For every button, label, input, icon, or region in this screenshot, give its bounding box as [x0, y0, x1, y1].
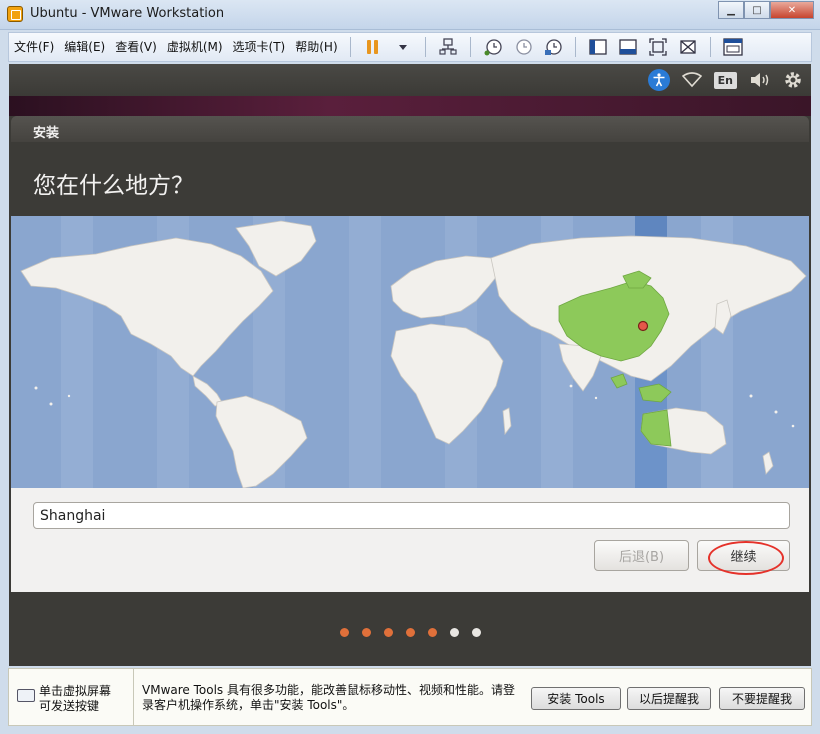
remind-later-button[interactable]: 以后提醒我 — [627, 687, 711, 710]
tools-hint: 单击虚拟屏幕 可发送按键 — [39, 684, 112, 713]
fullscreen-icon — [648, 38, 667, 56]
keyboard-layout-indicator[interactable]: En — [713, 71, 737, 89]
progress-dot-complete — [406, 628, 415, 637]
toolbar-separator — [424, 37, 426, 57]
maximize-icon: □ — [752, 4, 762, 16]
installer-titlebar — [11, 116, 809, 142]
window-titlebar: Ubuntu - VMware Workstation ▁ □ ✕ — [0, 0, 820, 30]
window-title: Ubuntu - VMware Workstation — [30, 6, 225, 21]
full-screen-button[interactable] — [648, 37, 668, 57]
progress-dot-pending — [450, 628, 459, 637]
maximize-button[interactable]: □ — [744, 1, 770, 19]
vmware-app-icon — [7, 6, 23, 22]
tools-hint-panel: 单击虚拟屏幕 可发送按键 — [9, 669, 134, 725]
settings-gear-icon[interactable] — [783, 70, 803, 90]
installer-label: 安装 — [33, 126, 60, 141]
progress-dot-complete — [428, 628, 437, 637]
menu-vm[interactable]: 虚拟机(M) — [162, 36, 228, 58]
quick-switch-icon — [722, 38, 743, 56]
minimize-button[interactable]: ▁ — [718, 1, 744, 19]
menu-help[interactable]: 帮助(H) — [290, 36, 342, 58]
panel-indicators: En — [647, 69, 803, 91]
keyboard-icon — [17, 689, 35, 702]
network-icon — [439, 38, 457, 55]
revert-snapshot-button[interactable] — [513, 37, 533, 57]
snapshot-manager-icon — [544, 39, 562, 55]
quick-switch-button[interactable] — [722, 37, 743, 57]
vmware-tools-bar: 单击虚拟屏幕 可发送按键 VMware Tools 具有很多功能，能改善鼠标移动… — [8, 668, 812, 726]
progress-dot-complete — [362, 628, 371, 637]
desktop-background — [9, 96, 811, 116]
unity-button[interactable] — [678, 37, 698, 57]
console-view-button[interactable] — [618, 37, 638, 57]
progress-dot-pending — [472, 628, 481, 637]
power-menu-button[interactable] — [393, 37, 413, 57]
take-snapshot-button[interactable] — [483, 37, 503, 57]
volume-icon[interactable] — [749, 71, 771, 89]
snapshot-clock-icon — [484, 39, 502, 56]
install-progress-dots — [340, 628, 481, 637]
snapshot-manager-button[interactable] — [543, 37, 563, 57]
progress-dot-complete — [340, 628, 349, 637]
wifi-icon[interactable] — [681, 72, 702, 88]
window-caption-buttons: ▁ □ ✕ — [718, 1, 814, 19]
toolbar-separator — [469, 37, 471, 57]
suspend-button[interactable] — [363, 37, 383, 57]
network-button[interactable] — [438, 37, 458, 57]
menu-file[interactable]: 文件(F) — [9, 36, 59, 58]
install-tools-button[interactable]: 安装 Tools — [531, 687, 621, 710]
vm-screen[interactable]: En 安装 您在什么地方？ Shanghai 后退(B) 继续 — [9, 64, 811, 666]
chevron-down-icon — [398, 44, 407, 50]
tools-message: VMware Tools 具有很多功能，能改善鼠标移动性、视频和性能。请登录客户… — [142, 683, 515, 712]
back-button[interactable]: 后退(B) — [594, 540, 689, 571]
world-map-graphic — [20, 216, 807, 488]
minimize-icon: ▁ — [727, 4, 735, 16]
never-remind-button[interactable]: 不要提醒我 — [719, 687, 805, 710]
ubuntu-top-panel: En — [9, 64, 811, 96]
menu-view[interactable]: 查看(V) — [110, 36, 162, 58]
installer-header: 安装 您在什么地方？ — [11, 116, 809, 216]
unity-icon — [679, 40, 696, 54]
console-view-icon — [618, 39, 637, 55]
timezone-map[interactable] — [11, 216, 809, 488]
accessibility-figure-icon — [653, 73, 665, 87]
continue-button[interactable]: 继续 — [697, 540, 790, 571]
pause-icon — [367, 40, 379, 54]
menu-toolbar: 文件(F) 编辑(E) 查看(V) 虚拟机(M) 选项卡(T) 帮助(H) — [8, 32, 812, 62]
menu-tabs[interactable]: 选项卡(T) — [228, 36, 291, 58]
toolbar-separator — [574, 37, 576, 57]
location-input[interactable] — [33, 502, 790, 529]
library-view-button[interactable] — [588, 37, 608, 57]
sidebar-view-icon — [588, 39, 607, 55]
snapshot-revert-icon — [515, 39, 532, 55]
toolbar-separator — [709, 37, 711, 57]
menu-edit[interactable]: 编辑(E) — [59, 36, 110, 58]
installer-window: 安装 您在什么地方？ Shanghai 后退(B) 继续 — [11, 116, 809, 592]
page-title: 您在什么地方？ — [33, 173, 194, 199]
progress-dot-complete — [384, 628, 393, 637]
city-pin — [637, 320, 649, 332]
accessibility-icon[interactable] — [647, 69, 670, 91]
close-icon: ✕ — [787, 4, 797, 16]
close-button[interactable]: ✕ — [770, 1, 814, 19]
toolbar-separator — [349, 37, 351, 57]
